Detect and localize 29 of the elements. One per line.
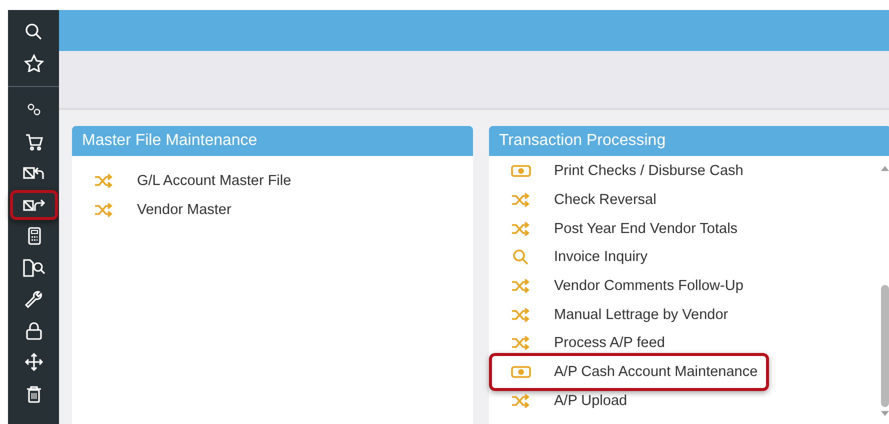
shuffle-icon	[511, 220, 531, 237]
menu-item[interactable]: Print Checks / Disburse Cash	[491, 157, 754, 186]
cash-icon	[511, 364, 531, 380]
shuffle-icon	[511, 278, 531, 294]
menu-item[interactable]: Manual Lettrage by Vendor	[491, 300, 740, 330]
sidebar-button[interactable]	[10, 190, 58, 220]
menu-item[interactable]: Vendor Comments Follow-Up	[491, 272, 754, 300]
shuffle-icon	[511, 393, 531, 410]
shuffle-icon	[94, 173, 114, 190]
menu-item[interactable]: Post Year End Vendor Totals	[491, 214, 749, 244]
search-icon	[22, 22, 44, 40]
panel-title: Transaction Processing	[489, 126, 889, 156]
menu-item[interactable]: Invoice Inquiry	[491, 243, 658, 272]
menu-item[interactable]: Vendor Master	[74, 196, 242, 224]
star-icon	[22, 54, 44, 72]
cash-icon	[511, 163, 531, 180]
shuffle-icon	[511, 192, 531, 208]
panel-title: Master File Maintenance	[72, 126, 473, 156]
shuffle-icon	[511, 335, 531, 352]
menu-item[interactable]: G/L Account Master File	[74, 167, 302, 196]
shuffle-icon	[94, 202, 114, 218]
doc-back-icon	[22, 164, 44, 182]
wrench-icon	[22, 290, 44, 308]
menu-item[interactable]: A/P Cash Account Maintenance	[489, 352, 769, 391]
move-icon	[22, 353, 44, 371]
doc-search-icon	[22, 258, 44, 276]
search-icon	[511, 249, 531, 266]
menu-item[interactable]: Check Reversal	[491, 186, 668, 214]
shuffle-icon	[511, 306, 531, 323]
